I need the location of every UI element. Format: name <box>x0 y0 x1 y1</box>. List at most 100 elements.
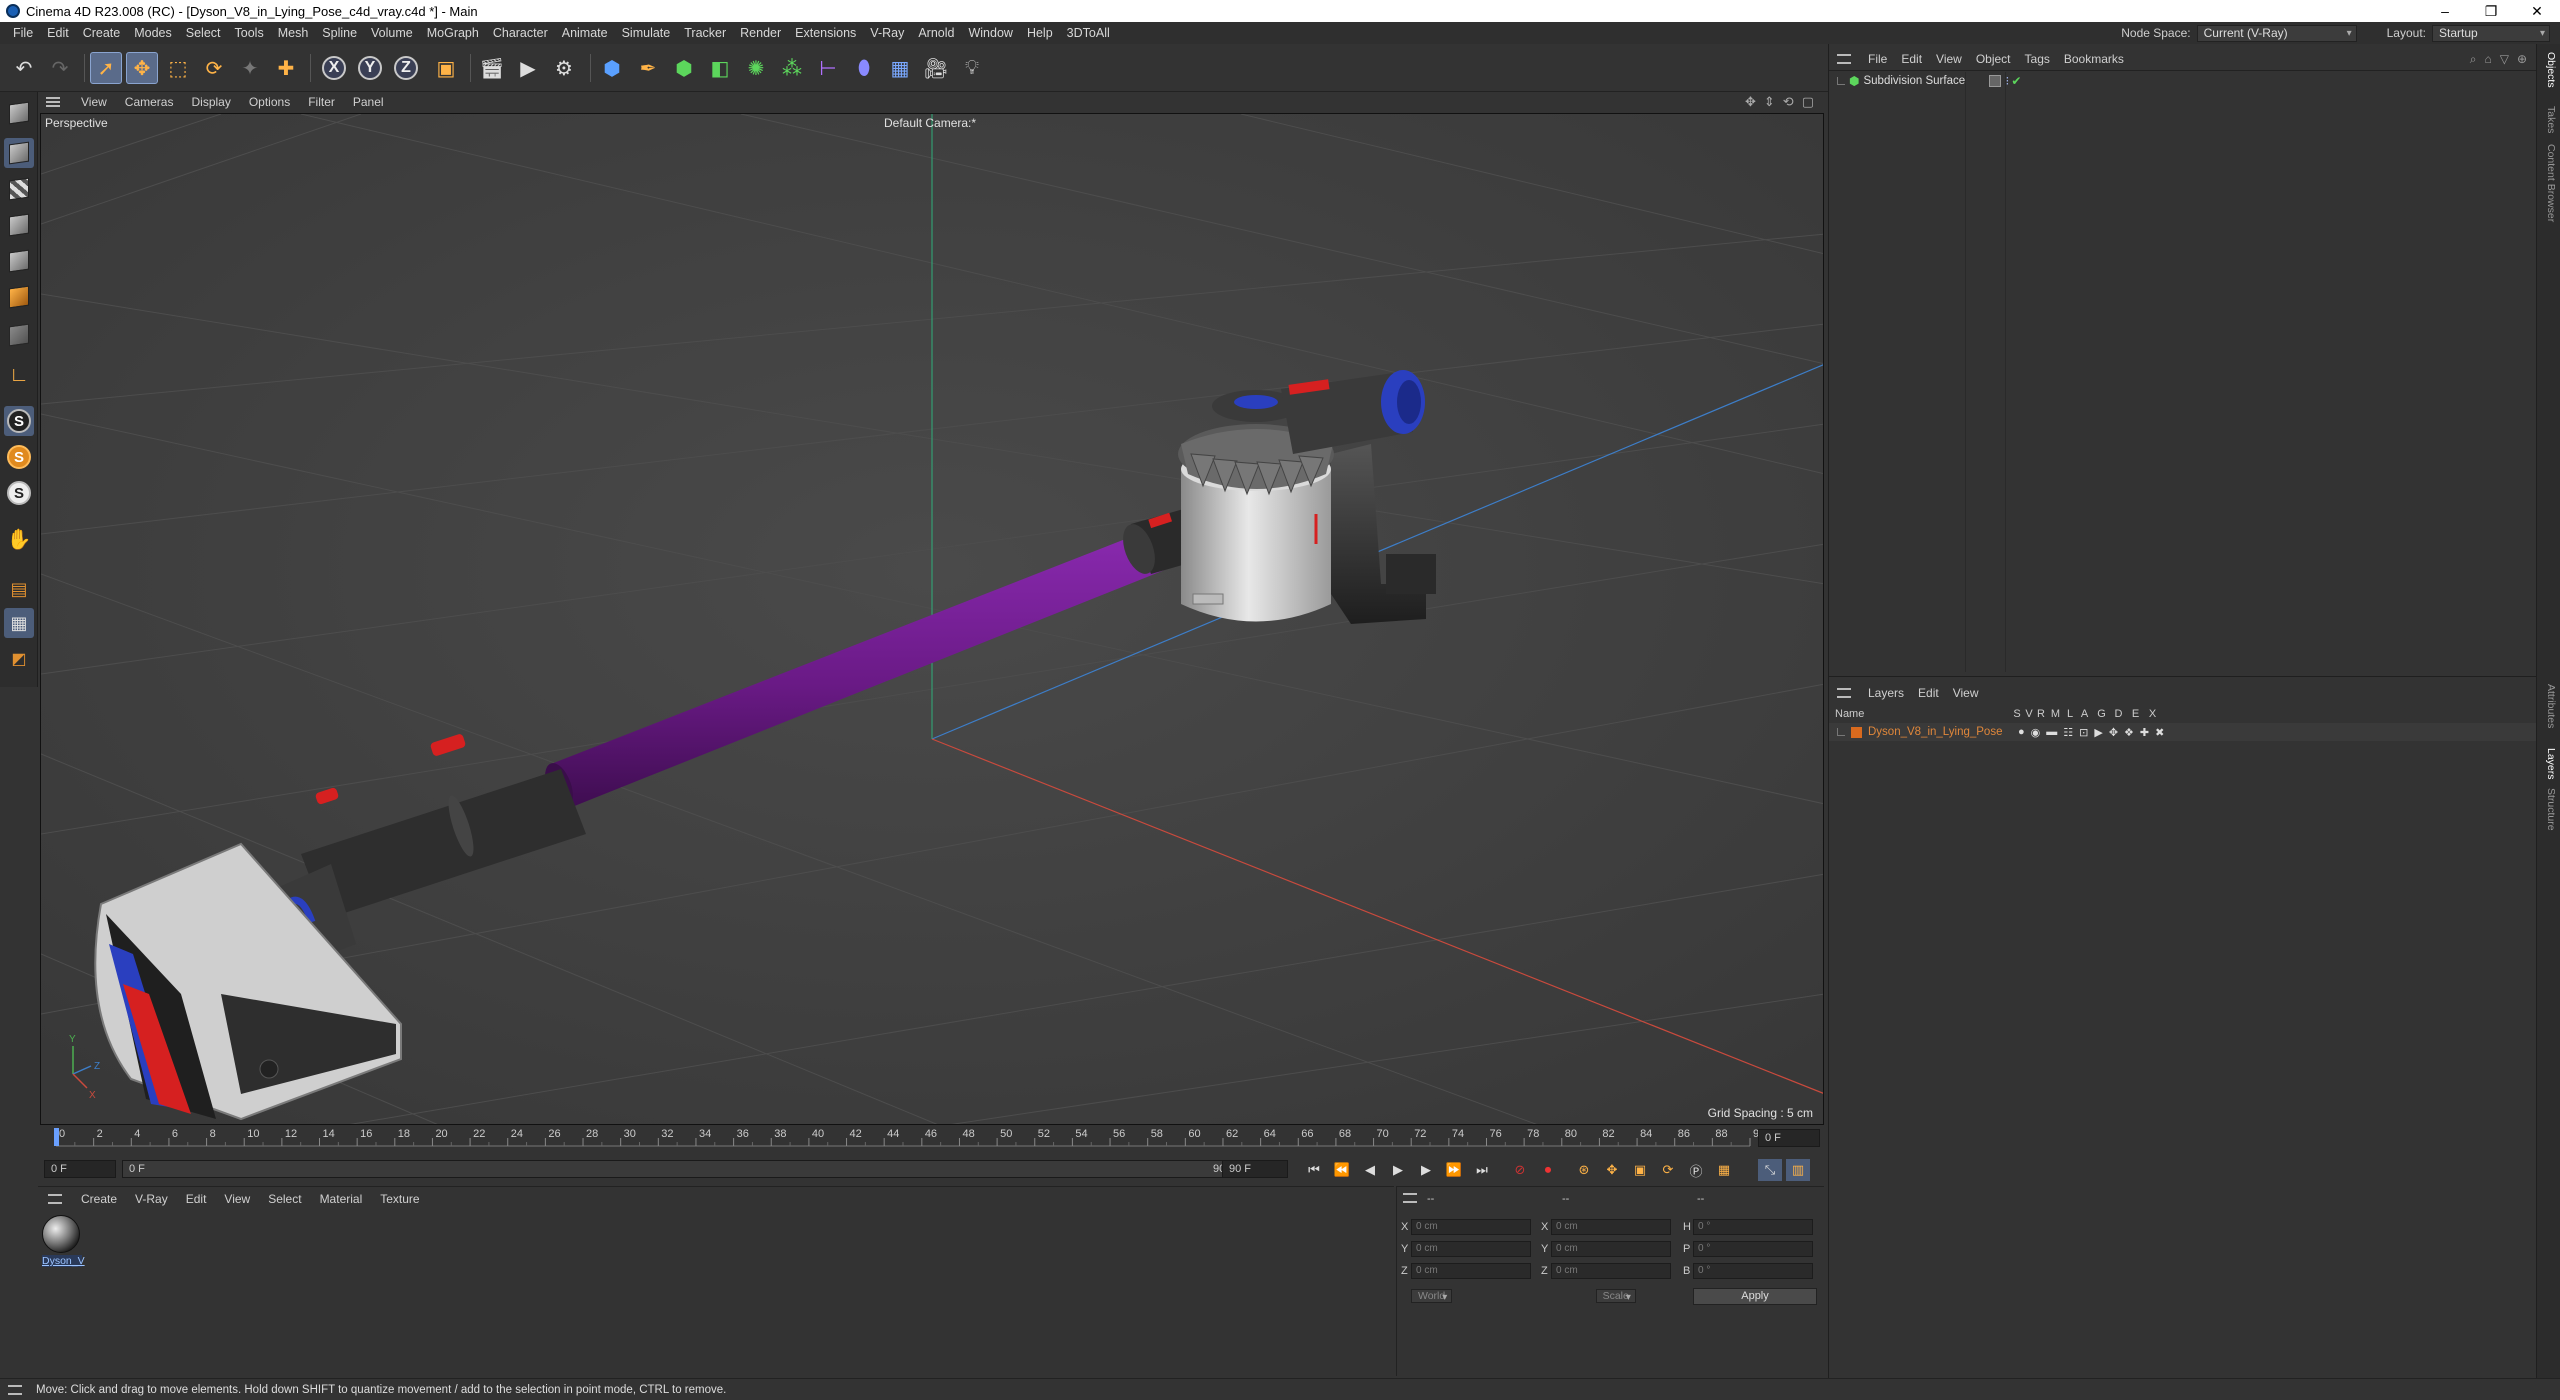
record-keys-button[interactable]: ⊘ <box>1508 1159 1532 1181</box>
start-frame-field[interactable]: 0 F <box>44 1160 116 1178</box>
menu-3dtoall[interactable]: 3DToAll <box>1060 26 1117 40</box>
search-icon[interactable]: ⌕ <box>2470 52 2477 67</box>
objects-menu-tags[interactable]: Tags <box>2018 52 2057 66</box>
rotation-b-field[interactable]: 0 ° <box>1693 1263 1813 1279</box>
3d-viewport[interactable]: Y Z X Perspective Default Camera:* Grid … <box>40 113 1824 1125</box>
object-row[interactable]: ⬢ Subdivision Surface ⁝ ✔ <box>1829 72 2537 90</box>
cloner-button[interactable]: ✺ <box>740 52 772 84</box>
mograph-button[interactable]: ⁂ <box>776 52 808 84</box>
play-button[interactable]: ▶ <box>1386 1159 1410 1181</box>
menu-volume[interactable]: Volume <box>364 26 420 40</box>
make-editable-button[interactable] <box>4 98 34 128</box>
solo-icon[interactable]: ● <box>2018 726 2025 739</box>
prev-key-button[interactable]: ⏪ <box>1330 1159 1354 1181</box>
menu-edit[interactable]: Edit <box>40 26 76 40</box>
model-mode-button[interactable] <box>4 138 34 168</box>
enabled-check-icon[interactable]: ✔ <box>2011 74 2021 88</box>
menu-tracker[interactable]: Tracker <box>677 26 733 40</box>
camera-button[interactable]: 🎥︎ <box>920 52 952 84</box>
status-menu-icon[interactable] <box>8 1384 22 1395</box>
tab-content-browser[interactable]: Content Browser <box>2545 144 2557 222</box>
snap-settings-button[interactable]: S <box>4 442 34 472</box>
material-menu-material[interactable]: Material <box>311 1192 372 1206</box>
autokey-button[interactable]: ⏺ <box>1536 1159 1560 1181</box>
minimize-button[interactable]: – <box>2422 3 2468 20</box>
menu-mesh[interactable]: Mesh <box>271 26 316 40</box>
key-rotate-button[interactable]: ⟳ <box>1656 1159 1680 1181</box>
menu-modes[interactable]: Modes <box>127 26 179 40</box>
menu-help[interactable]: Help <box>1020 26 1060 40</box>
rotate-tool-button[interactable]: ⟳ <box>198 52 230 84</box>
size-x-field[interactable]: 0 cm <box>1551 1219 1671 1235</box>
render-settings-button[interactable]: ⚙ <box>548 52 580 84</box>
key-position-button[interactable]: ⊛ <box>1572 1159 1596 1181</box>
texture-mode-button[interactable] <box>4 174 34 204</box>
material-menu-edit[interactable]: Edit <box>177 1192 216 1206</box>
layer-tag-icon[interactable] <box>1989 75 2002 87</box>
light-button[interactable]: 💡︎ <box>956 52 988 84</box>
viewport-menu-display[interactable]: Display <box>182 95 239 109</box>
layers-menu-view[interactable]: View <box>1946 686 1986 700</box>
live-selection-button[interactable]: ➚ <box>90 52 122 84</box>
render-view-button[interactable]: ▶ <box>512 52 544 84</box>
menu-vray[interactable]: V-Ray <box>863 26 911 40</box>
filter-icon[interactable]: ▽ <box>2500 52 2509 67</box>
menu-window[interactable]: Window <box>961 26 1019 40</box>
points-mode-button[interactable] <box>4 210 34 240</box>
floor-button[interactable]: ▦ <box>884 52 916 84</box>
lock-axis-button[interactable]: ◩ <box>4 644 34 674</box>
add-tool-button[interactable]: ✚ <box>270 52 302 84</box>
viewport-camera-name[interactable]: Default Camera:* <box>884 116 976 130</box>
tab-takes[interactable]: Takes <box>2545 106 2557 133</box>
size-z-field[interactable]: 0 cm <box>1551 1263 1671 1279</box>
coords-menu-icon[interactable] <box>1403 1193 1417 1203</box>
xref-icon[interactable]: ✖ <box>2155 726 2164 739</box>
menu-mograph[interactable]: MoGraph <box>420 26 486 40</box>
redo-button[interactable]: ↷ <box>44 52 76 84</box>
layer-color-swatch[interactable] <box>1851 726 1862 738</box>
node-space-dropdown[interactable]: Current (V-Ray) <box>2196 24 2357 42</box>
tab-objects[interactable]: Objects <box>2545 52 2557 88</box>
material-swatch[interactable]: Dyson_V <box>42 1215 85 1275</box>
tab-layers[interactable]: Layers <box>2545 748 2557 780</box>
render-region-button[interactable]: 🎬︎ <box>476 52 508 84</box>
visibility-dots-icon[interactable]: ⁝ <box>2005 74 2009 88</box>
animation-icon[interactable]: ▶ <box>2094 726 2102 739</box>
menu-file[interactable]: File <box>6 26 40 40</box>
position-z-field[interactable]: 0 cm <box>1411 1263 1531 1279</box>
layers-menu-layers[interactable]: Layers <box>1861 686 1911 700</box>
deformer-button[interactable]: ⊢ <box>812 52 844 84</box>
viewport-menu-view[interactable]: View <box>72 95 116 109</box>
menu-render[interactable]: Render <box>733 26 788 40</box>
size-y-field[interactable]: 0 cm <box>1551 1241 1671 1257</box>
timeline-window-button[interactable]: ▥ <box>1786 1159 1810 1181</box>
frame-range-slider[interactable]: 0 F 90 F <box>122 1160 1242 1178</box>
menu-character[interactable]: Character <box>486 26 555 40</box>
objects-menu-view[interactable]: View <box>1929 52 1969 66</box>
material-menu-create[interactable]: Create <box>72 1192 126 1206</box>
orbit-icon[interactable]: ⟲ <box>1783 94 1794 110</box>
menu-arnold[interactable]: Arnold <box>911 26 961 40</box>
menu-animate[interactable]: Animate <box>555 26 615 40</box>
menu-select[interactable]: Select <box>179 26 228 40</box>
coordinate-system-button[interactable]: ▣ <box>430 52 462 84</box>
rotation-p-field[interactable]: 0 ° <box>1693 1241 1813 1257</box>
field-button[interactable]: ⬮ <box>848 52 880 84</box>
key-pla-button[interactable]: ▦ <box>1712 1159 1736 1181</box>
new-window-icon[interactable]: ⊕ <box>2517 52 2527 67</box>
deformer-flag-icon[interactable]: ❖ <box>2124 726 2134 739</box>
material-menu-select[interactable]: Select <box>259 1192 310 1206</box>
objects-menu-bookmarks[interactable]: Bookmarks <box>2057 52 2131 66</box>
layout-dropdown[interactable]: Startup <box>2432 24 2550 42</box>
coordinate-mode-dropdown[interactable]: Scale <box>1595 1289 1636 1303</box>
menu-simulate[interactable]: Simulate <box>615 26 678 40</box>
position-x-field[interactable]: 0 cm <box>1411 1219 1531 1235</box>
apply-button[interactable]: Apply <box>1693 1288 1817 1305</box>
edges-mode-button[interactable] <box>4 246 34 276</box>
scale-tool-button[interactable]: ⬚ <box>162 52 194 84</box>
key-scale-button[interactable]: ▣ <box>1628 1159 1652 1181</box>
snap-button[interactable]: S <box>4 406 34 436</box>
pan-icon[interactable]: ✥ <box>1745 94 1756 110</box>
prev-frame-button[interactable]: ◀ <box>1358 1159 1382 1181</box>
goto-start-button[interactable]: ⏮ <box>1302 1159 1326 1181</box>
